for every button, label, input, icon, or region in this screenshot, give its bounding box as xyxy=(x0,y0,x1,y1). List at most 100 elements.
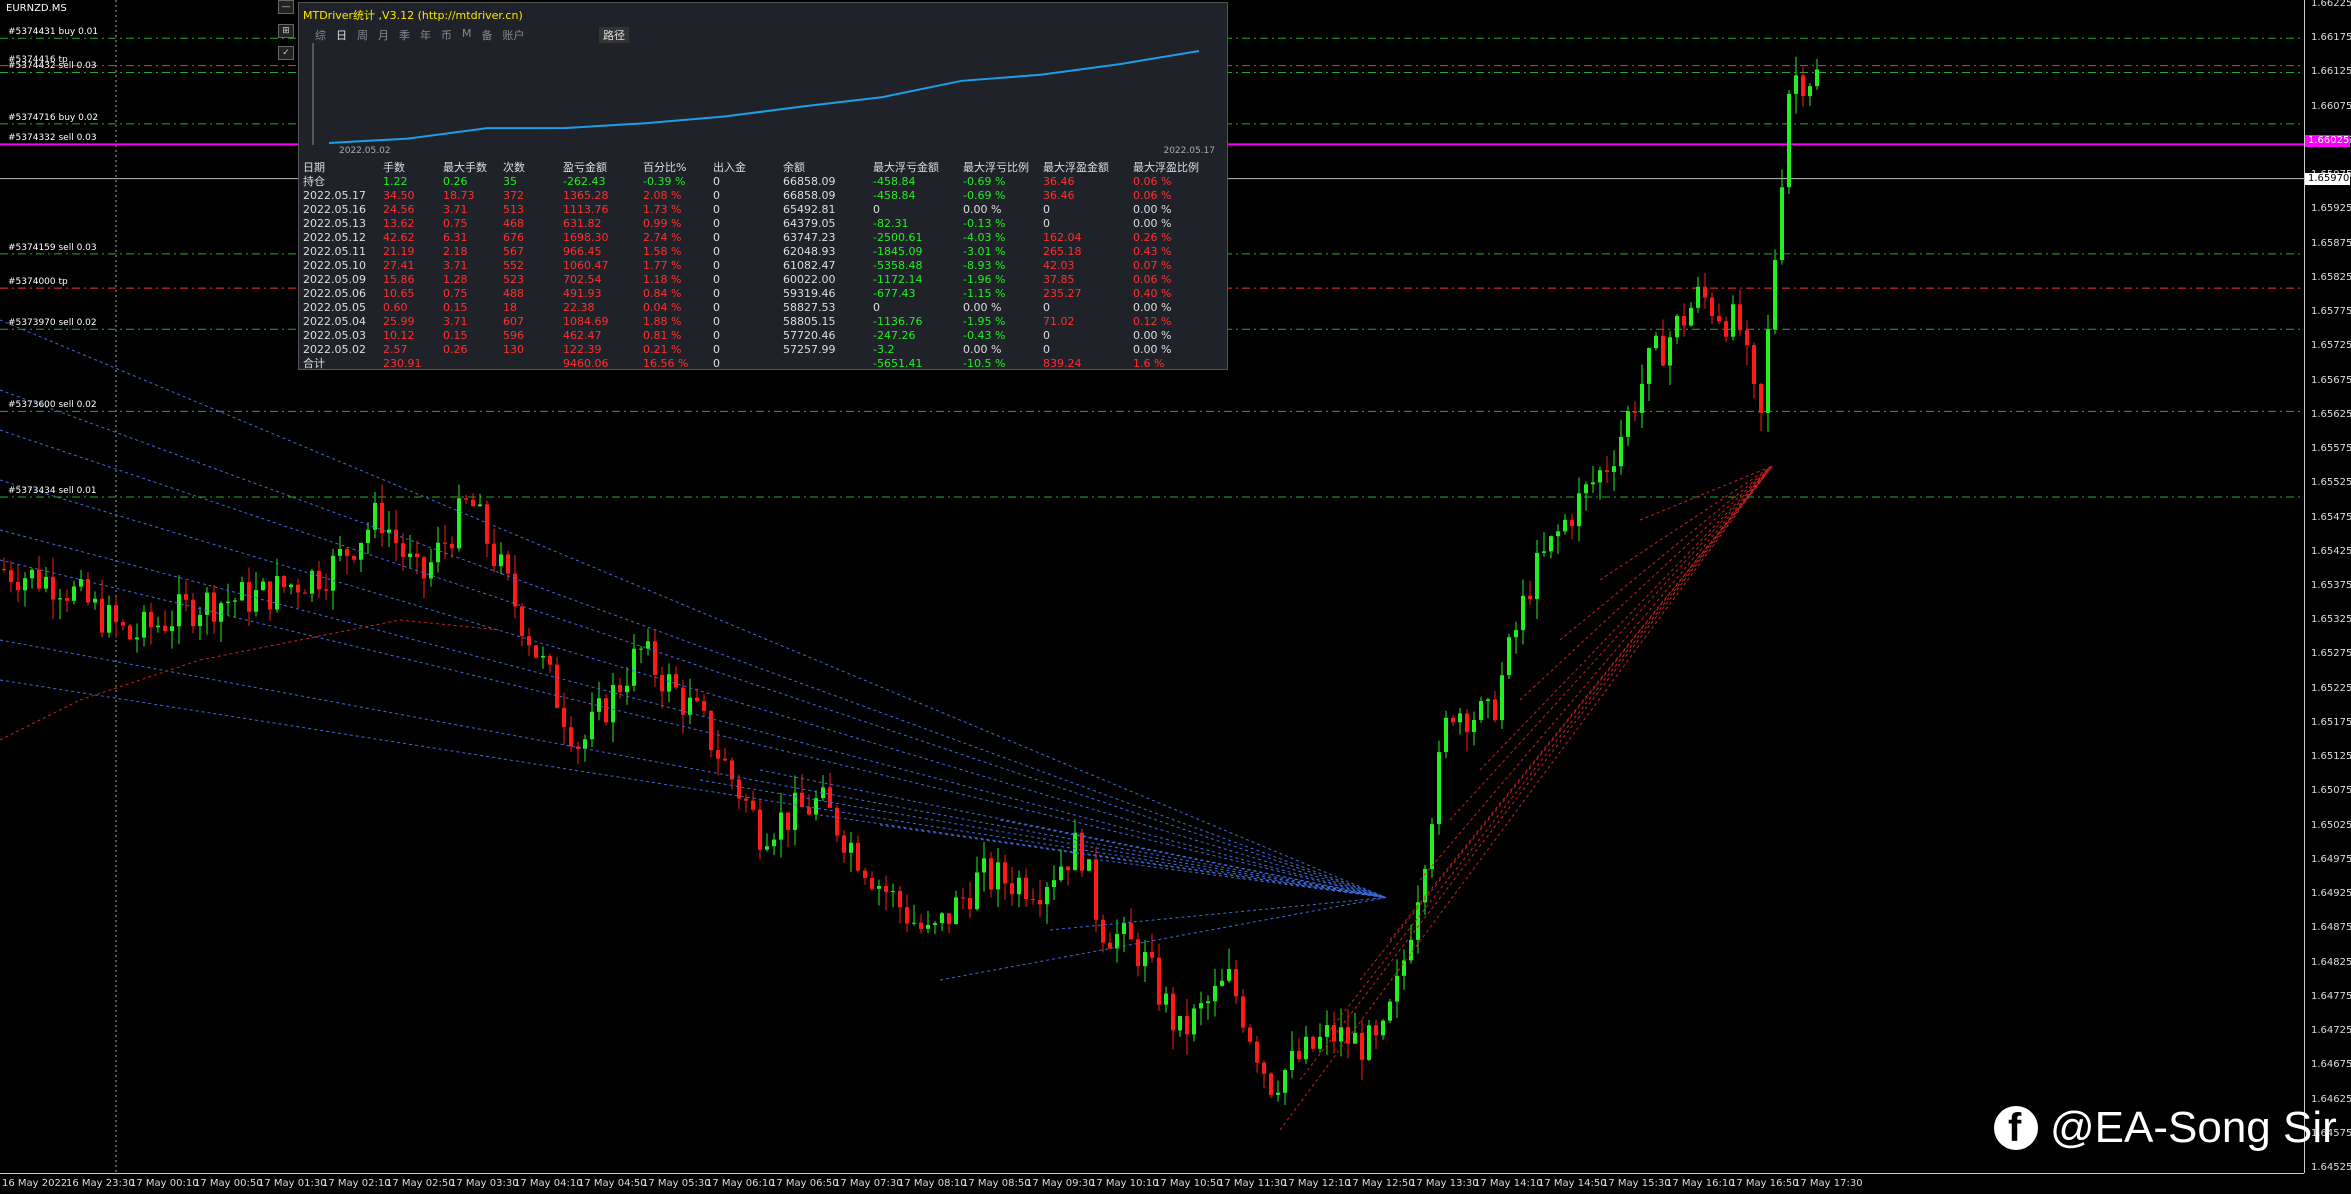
candle-body xyxy=(695,697,699,702)
stats-table: 日期 手数 最大手数 次数 盈亏金额 百分比% 出入金 余额 最大浮亏金额 最大浮亏比例 最大浮盈金… xyxy=(303,161,1213,371)
mtdriver-stats-panel[interactable]: MTDriver统计 ,V3.12 (http://mtdriver.cn) 综… xyxy=(298,2,1228,370)
time-tick: 17 May 07:30 xyxy=(834,1178,903,1189)
candle-body xyxy=(1521,595,1525,631)
order-label[interactable]: #5374000 tp xyxy=(8,277,68,287)
candle-body xyxy=(1682,315,1686,326)
candle-body xyxy=(989,858,993,890)
stats-cell: 0.15 xyxy=(443,329,468,342)
candle-body xyxy=(1129,922,1133,940)
candle-body xyxy=(506,554,510,574)
time-axis[interactable]: 16 May 2022 16 May 23:30 17 May 00:10 17 Ma… xyxy=(0,1173,2304,1194)
stats-header: 最大手数 xyxy=(443,161,487,174)
candle-body xyxy=(261,581,265,591)
order-label[interactable]: #5373600 sell 0.02 xyxy=(8,400,97,410)
tab-backup[interactable]: 备 xyxy=(480,27,495,43)
candle-body xyxy=(1472,719,1476,733)
candle-body xyxy=(1220,980,1224,986)
candle-body xyxy=(639,648,643,650)
candle-body xyxy=(352,556,356,560)
stats-cell: 0 xyxy=(1043,217,1050,230)
candle-body xyxy=(681,687,685,715)
candle-body xyxy=(1486,699,1490,702)
price-tick: 1.65575 xyxy=(2311,443,2351,455)
stats-cell: 0.84 % xyxy=(643,287,682,300)
tab-currency[interactable]: 币 xyxy=(439,27,454,43)
candle-body xyxy=(807,807,811,815)
tab-summary[interactable]: 综 xyxy=(313,27,328,43)
candle-body xyxy=(1507,637,1511,676)
stats-cell: 2022.05.09 xyxy=(303,273,366,286)
candle-body xyxy=(1283,1070,1287,1093)
candle-body xyxy=(1752,345,1756,385)
candle-body xyxy=(758,809,762,850)
order-label[interactable]: #5374716 buy 0.02 xyxy=(8,113,98,123)
fan-line xyxy=(199,639,301,661)
candle-body xyxy=(660,674,664,692)
candle-body xyxy=(1150,951,1154,958)
order-label[interactable]: #5374431 buy 0.01 xyxy=(8,27,98,37)
candle-body xyxy=(975,872,979,910)
candle-body xyxy=(1808,86,1812,97)
order-label[interactable]: #5373970 sell 0.02 xyxy=(8,318,97,328)
candle-body xyxy=(282,576,286,588)
tab-year[interactable]: 年 xyxy=(418,27,433,43)
stats-cell: 3.71 xyxy=(443,315,468,328)
tab-m[interactable]: M xyxy=(460,27,474,43)
order-label[interactable]: #5373434 sell 0.01 xyxy=(8,486,97,496)
tab-month[interactable]: 月 xyxy=(376,27,391,43)
order-label[interactable]: #5374159 sell 0.03 xyxy=(8,243,97,253)
candle-body xyxy=(1164,993,1168,1005)
stats-cell: 0.60 xyxy=(383,301,408,314)
watermark-text: @EA-Song Sir xyxy=(2050,1103,2337,1152)
candle-body xyxy=(1367,1025,1371,1060)
stats-cell: 2.74 % xyxy=(643,231,682,244)
stats-cell: 265.18 xyxy=(1043,245,1082,258)
stats-cell: -1.96 % xyxy=(963,273,1006,286)
check-button[interactable]: ✓ xyxy=(278,46,294,60)
candle-body xyxy=(793,792,797,830)
stats-cell: 35 xyxy=(503,175,517,188)
candle-body xyxy=(1801,75,1805,97)
candle-body xyxy=(590,711,594,740)
candle-body xyxy=(1255,1041,1259,1063)
stats-cell: 0.15 xyxy=(443,301,468,314)
stats-cell: 1.22 xyxy=(383,175,408,188)
stats-cell: 1.58 % xyxy=(643,245,682,258)
stats-cell: 9460.06 xyxy=(563,357,609,370)
grid-button[interactable]: ⊞ xyxy=(278,24,294,38)
candle-body xyxy=(107,605,111,633)
time-tick: 17 May 17:30 xyxy=(1794,1178,1863,1189)
price-axis[interactable]: 1.66225 1.66175 1.66125 1.66075 1.66025 1.659… xyxy=(2304,0,2351,1173)
candle-body xyxy=(1038,899,1042,905)
candle-body xyxy=(667,674,671,692)
fan-line xyxy=(999,819,1387,899)
stats-cell: 2.18 xyxy=(443,245,468,258)
candle-body xyxy=(1248,1027,1252,1042)
candle-body xyxy=(1353,1032,1357,1044)
candle-body xyxy=(1101,919,1105,943)
candle-body xyxy=(1542,551,1546,553)
fan-line xyxy=(0,639,1387,899)
price-tick: 1.65925 xyxy=(2311,203,2351,215)
time-tick: 17 May 04:50 xyxy=(578,1178,647,1189)
stats-cell: 10.65 xyxy=(383,287,415,300)
minimize-button[interactable]: — xyxy=(278,0,294,14)
candle-body xyxy=(786,812,790,830)
tab-account[interactable]: 账户 xyxy=(501,27,527,43)
tab-path[interactable]: 路径 xyxy=(599,27,629,43)
candle-body xyxy=(436,542,440,563)
candle-body xyxy=(772,839,776,847)
fan-line xyxy=(819,814,1387,899)
order-label[interactable]: #5374432 sell 0.03 xyxy=(8,61,97,71)
candle-body xyxy=(1024,877,1028,900)
price-tick: 1.64975 xyxy=(2311,853,2351,865)
tab-day[interactable]: 日 xyxy=(334,27,349,43)
price-tick: 1.64675 xyxy=(2311,1059,2351,1071)
price-chart[interactable]: EURNZD.MS #5374431 buy 0.01 #5374416 tp #5… xyxy=(0,0,2304,1173)
price-tick: 1.64725 xyxy=(2311,1025,2351,1037)
tab-quarter[interactable]: 季 xyxy=(397,27,412,43)
tab-week[interactable]: 周 xyxy=(355,27,370,43)
stats-header: 最大浮盈比例 xyxy=(1133,161,1199,174)
candle-body xyxy=(156,625,160,628)
order-label[interactable]: #5374332 sell 0.03 xyxy=(8,133,97,143)
